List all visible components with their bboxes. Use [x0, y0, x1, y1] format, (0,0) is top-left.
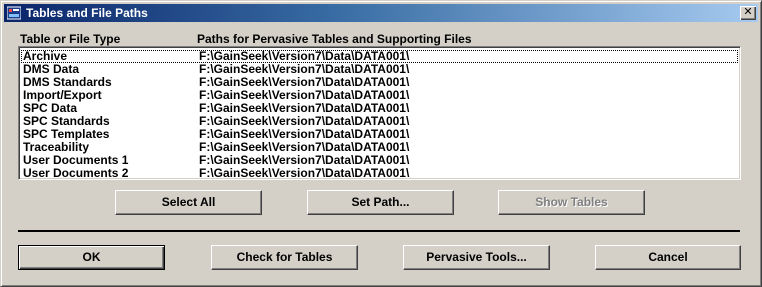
tables-and-file-paths-dialog: Tables and File Paths ✕ Table or File Ty… — [0, 0, 762, 287]
separator — [18, 230, 740, 232]
cancel-button[interactable]: Cancel — [595, 245, 741, 270]
select-all-button[interactable]: Select All — [115, 190, 262, 215]
close-button[interactable]: ✕ — [740, 6, 756, 20]
pervasive-tools-button[interactable]: Pervasive Tools... — [403, 245, 550, 270]
close-icon: ✕ — [743, 6, 753, 18]
app-icon — [6, 6, 22, 20]
list-item-type: User Documents 2 — [23, 166, 129, 180]
list-item[interactable]: User Documents 2 F:\GainSeek\Version7\Da… — [21, 167, 738, 180]
title-bar[interactable]: Tables and File Paths ✕ — [4, 4, 758, 22]
set-path-button[interactable]: Set Path... — [307, 190, 454, 215]
check-for-tables-button[interactable]: Check for Tables — [211, 245, 358, 270]
column-header-path: Paths for Pervasive Tables and Supportin… — [197, 32, 472, 46]
list-item-path: F:\GainSeek\Version7\Data\DATA001\ — [199, 166, 410, 180]
window-title: Tables and File Paths — [26, 6, 148, 20]
show-tables-button[interactable]: Show Tables — [498, 190, 645, 215]
ok-button[interactable]: OK — [18, 245, 165, 270]
column-header-type: Table or File Type — [20, 32, 121, 46]
table-paths-list[interactable]: Archive F:\GainSeek\Version7\Data\DATA00… — [18, 46, 741, 180]
